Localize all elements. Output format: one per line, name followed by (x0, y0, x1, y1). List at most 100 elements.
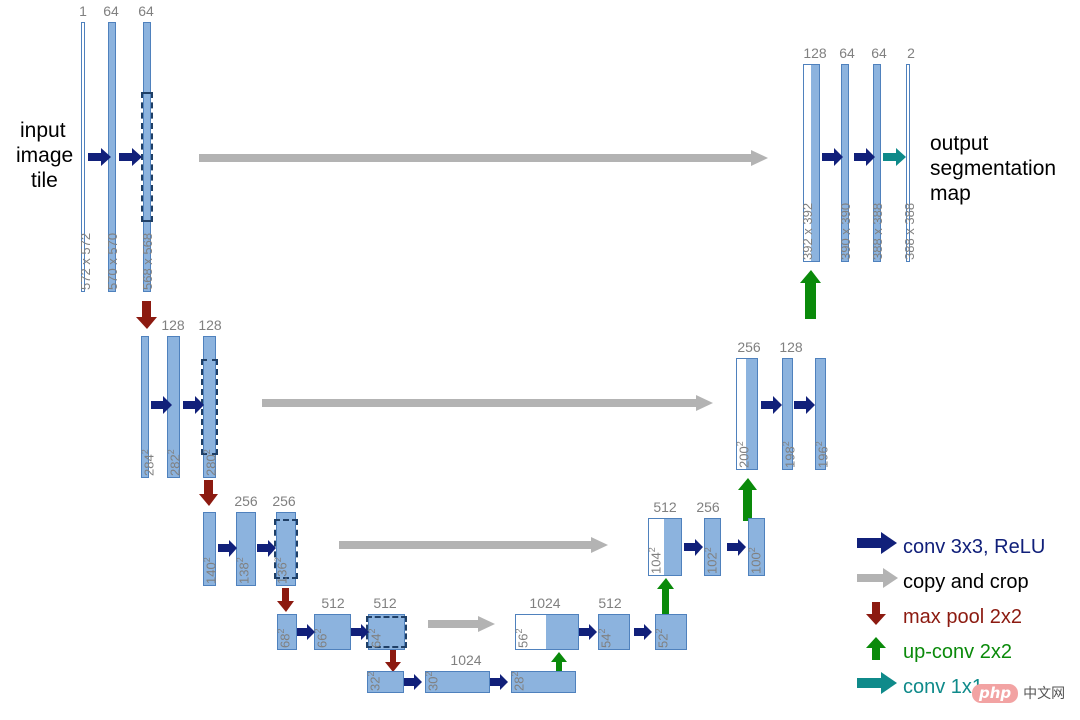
legend-row-conv3x3: conv 3x3, ReLU (855, 530, 1080, 565)
legend-label-max-pool: max pool 2x2 (903, 606, 1022, 628)
conv-arrow-l5-2 (490, 674, 509, 690)
dim-label-l5-2: 282 (510, 671, 527, 691)
feature-bar-l3-d0-fill (664, 519, 681, 575)
dim-label-l2-d2: 1962 (814, 441, 831, 468)
dim-label-l4-d2: 522 (654, 628, 671, 648)
conv-arrow-l2-d1 (761, 396, 783, 414)
input-label-line-1: input (20, 119, 66, 142)
conv-arrow-l4-d1 (579, 624, 598, 640)
right-arrow-icon (855, 670, 903, 705)
conv-arrow-l4-e1 (297, 624, 316, 640)
copy-crop-arrow-l4 (428, 616, 496, 632)
conv-arrow-l2-e1 (151, 396, 173, 414)
legend-row-max-pool: max pool 2x2 (855, 600, 1080, 635)
conv-arrow-l5-1 (404, 674, 423, 690)
copy-crop-arrow-l1 (199, 150, 769, 166)
channel-label-l4-e1: 512 (321, 595, 345, 611)
conv-arrow-l1-e1 (88, 148, 112, 166)
dim-label-l1-e1: 570 x 570 (105, 232, 120, 290)
conv-arrow-l4-e2 (351, 624, 370, 640)
dim-label-l5-1: 302 (424, 671, 441, 691)
conv-1x1-arrow-output (883, 148, 907, 166)
conv-arrow-l1-d2 (854, 148, 876, 166)
channel-label-l4-d1: 512 (598, 595, 622, 611)
dim-label-l1-e2: 568 x 568 (140, 232, 155, 290)
max-pool-arrow-l2-to-l3 (199, 480, 219, 506)
dim-label-l2-e2: 2802 (202, 449, 219, 476)
right-arrow-icon (855, 530, 903, 565)
conv-arrow-l4-d2 (634, 624, 653, 640)
channel-label-l1-e0: 1 (79, 3, 87, 19)
output-label-line-1: output (930, 132, 989, 155)
down-arrow-icon (855, 600, 903, 635)
legend-label-conv3x3: conv 3x3, ReLU (903, 536, 1046, 558)
dim-label-l3-e0: 1402 (202, 557, 219, 584)
channel-label-l3-d0: 512 (653, 499, 677, 515)
dim-label-l3-d1: 1022 (703, 547, 720, 574)
max-pool-arrow-l4-to-l5 (385, 650, 402, 672)
channel-label-l1-d3: 2 (907, 45, 915, 61)
unet-diagram: 1 64 64 572 x 572 570 x 570 568 x 568 in… (0, 0, 1080, 720)
legend-label-up-conv: up-conv 2x2 (903, 641, 1012, 663)
conv-arrow-l3-d2 (727, 539, 747, 556)
watermark: php 中文网 (972, 684, 1065, 703)
conv-arrow-l1-e2 (119, 148, 143, 166)
dim-label-l4-d1: 542 (597, 628, 614, 648)
dim-label-l4-d0: 562 (514, 628, 531, 648)
channel-label-l2-d1: 128 (779, 339, 803, 355)
feature-bar-l4-d0-fill (546, 615, 578, 649)
copy-crop-arrow-l2 (262, 395, 714, 411)
dim-label-l2-d0: 2002 (735, 441, 752, 468)
input-label-line-2: image (16, 144, 74, 167)
dim-label-l2-d1: 1982 (781, 441, 798, 468)
watermark-suffix: 中文网 (1023, 685, 1066, 702)
dim-label-l1-d0: 392 x 392 (800, 202, 815, 260)
channel-label-l1-d2: 64 (871, 45, 887, 61)
channel-label-l3-e2: 256 (272, 493, 296, 509)
dim-label-l3-e2: 1362 (273, 557, 290, 584)
watermark-pill: php (972, 684, 1019, 703)
up-conv-arrow-l4-to-l3 (657, 578, 675, 616)
up-conv-arrow-l2-to-l1 (800, 270, 822, 320)
conv-arrow-l3-e2 (257, 540, 277, 557)
channel-label-l4-e2: 512 (373, 595, 397, 611)
channel-label-l2-d0: 256 (737, 339, 761, 355)
up-arrow-icon (855, 635, 903, 670)
channel-label-l1-e1: 64 (103, 3, 119, 19)
channel-label-l1-d1: 64 (839, 45, 855, 61)
dim-label-l2-e0: 2842 (140, 449, 157, 476)
legend: conv 3x3, ReLU copy and crop max pool 2x… (855, 530, 1080, 705)
dim-label-l2-e1: 2822 (166, 449, 183, 476)
legend-row-up-conv: up-conv 2x2 (855, 635, 1080, 670)
dim-label-l5-0: 322 (366, 671, 383, 691)
conv-arrow-l3-e1 (218, 540, 238, 557)
up-conv-arrow-l3-to-l2 (738, 478, 758, 522)
conv-arrow-l2-d2 (794, 396, 816, 414)
copy-crop-arrow-l3 (339, 537, 609, 553)
channel-label-l2-e1: 128 (161, 317, 185, 333)
max-pool-arrow-l3-to-l4 (277, 588, 295, 612)
dim-label-l1-d2: 388 x 388 (870, 202, 885, 260)
legend-row-copy-crop: copy and crop (855, 565, 1080, 600)
channel-label-l2-e2: 128 (198, 317, 222, 333)
right-arrow-icon (855, 565, 903, 600)
channel-label-l1-e2: 64 (138, 3, 154, 19)
conv-arrow-l1-d1 (822, 148, 844, 166)
dim-label-l3-d0: 1042 (647, 547, 664, 574)
channel-label-l3-d1: 256 (696, 499, 720, 515)
channel-label-l5-1: 1024 (450, 652, 482, 668)
dim-label-l4-e0: 682 (276, 628, 293, 648)
channel-label-l3-e1: 256 (234, 493, 258, 509)
channel-label-l4-d0: 1024 (529, 595, 561, 611)
dim-label-l1-d1: 390 x 390 (838, 202, 853, 260)
dim-label-l1-e0: 572 x 572 (78, 232, 93, 290)
output-label-line-3: map (930, 182, 971, 205)
dim-label-l3-d2: 1002 (747, 547, 764, 574)
output-label-line-2: segmentation (930, 157, 1057, 180)
conv-arrow-l3-d1 (684, 539, 704, 556)
conv-arrow-l2-e2 (183, 396, 205, 414)
input-label-line-3: tile (31, 169, 58, 192)
dim-label-l3-e1: 1382 (235, 557, 252, 584)
channel-label-l1-d0: 128 (803, 45, 827, 61)
legend-label-copy-crop: copy and crop (903, 571, 1029, 593)
